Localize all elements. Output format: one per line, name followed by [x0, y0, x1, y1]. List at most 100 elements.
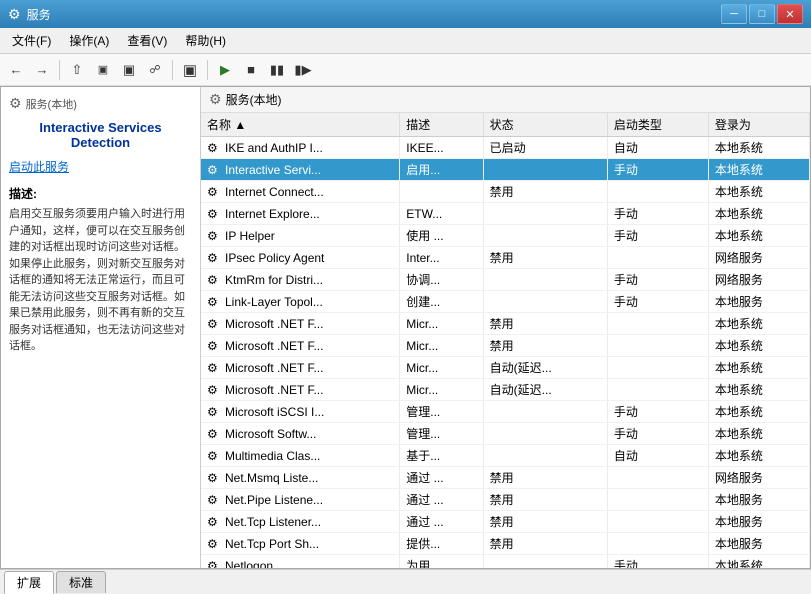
- desc-text: 启用交互服务须要用户输入时进行用户通知，这样，便可以在交互服务创建的对话框出现时…: [9, 206, 192, 355]
- col-name[interactable]: 名称 ▲: [201, 113, 400, 137]
- cell-startup: 自动: [607, 445, 708, 467]
- up-button[interactable]: ⇧: [65, 58, 89, 82]
- cell-startup: [607, 357, 708, 379]
- table-row[interactable]: ⚙Interactive Servi...启用...手动本地系统: [201, 159, 810, 181]
- cell-login: 本地系统: [708, 357, 809, 379]
- cell-name: ⚙Internet Connect...: [201, 181, 400, 203]
- cell-status: 禁用: [483, 511, 607, 533]
- cell-name: ⚙Link-Layer Topol...: [201, 291, 400, 313]
- table-row[interactable]: ⚙Net.Tcp Listener...通过 ...禁用本地服务: [201, 511, 810, 533]
- cell-desc: Micr...: [400, 313, 483, 335]
- table-row[interactable]: ⚙Net.Tcp Port Sh...提供...禁用本地服务: [201, 533, 810, 555]
- table-row[interactable]: ⚙IKE and AuthIP I...IKEE...已启动自动本地系统: [201, 137, 810, 159]
- cell-desc: 提供...: [400, 533, 483, 555]
- maximize-button[interactable]: □: [749, 4, 775, 24]
- service-gear-icon: ⚙: [207, 185, 221, 199]
- table-row[interactable]: ⚙IPsec Policy AgentInter...禁用网络服务: [201, 247, 810, 269]
- service-gear-icon: ⚙: [207, 317, 221, 331]
- restart-button[interactable]: ▮▶: [291, 58, 315, 82]
- cell-status: [483, 445, 607, 467]
- cell-name: ⚙Net.Pipe Listene...: [201, 489, 400, 511]
- table-row[interactable]: ⚙Microsoft iSCSI I...管理...手动本地系统: [201, 401, 810, 423]
- pause-button[interactable]: ▮▮: [265, 58, 289, 82]
- cell-startup: [607, 467, 708, 489]
- menu-view[interactable]: 查看(V): [119, 30, 175, 51]
- cell-desc: 协调...: [400, 269, 483, 291]
- back-button[interactable]: ←: [4, 58, 28, 82]
- cell-login: 本地服务: [708, 511, 809, 533]
- tab-expand[interactable]: 扩展: [4, 571, 54, 594]
- service-gear-icon: ⚙: [207, 383, 221, 397]
- table-row[interactable]: ⚙Multimedia Clas...基于...自动本地系统: [201, 445, 810, 467]
- table-row[interactable]: ⚙Net.Msmq Liste...通过 ...禁用网络服务: [201, 467, 810, 489]
- table-row[interactable]: ⚙Microsoft Softw...管理...手动本地系统: [201, 423, 810, 445]
- cell-login: 本地系统: [708, 379, 809, 401]
- col-status[interactable]: 状态: [483, 113, 607, 137]
- table-row[interactable]: ⚙Microsoft .NET F...Micr...自动(延迟...本地系统: [201, 379, 810, 401]
- refresh-button[interactable]: ▣: [117, 58, 141, 82]
- cell-desc: Micr...: [400, 379, 483, 401]
- table-wrapper[interactable]: 名称 ▲ 描述 状态 启动类型 登录为 ⚙IKE and AuthIP I...…: [201, 113, 810, 568]
- cell-status: 禁用: [483, 313, 607, 335]
- close-button[interactable]: ✕: [777, 4, 803, 24]
- cell-desc: 启用...: [400, 159, 483, 181]
- cell-status: [483, 159, 607, 181]
- cell-name: ⚙Interactive Servi...: [201, 159, 400, 181]
- cell-desc: 通过 ...: [400, 489, 483, 511]
- table-row[interactable]: ⚙Internet Explore...ETW...手动本地系统: [201, 203, 810, 225]
- table-row[interactable]: ⚙Link-Layer Topol...创建...手动本地服务: [201, 291, 810, 313]
- service-gear-icon: ⚙: [207, 295, 221, 309]
- table-row[interactable]: ⚙IP Helper使用 ...手动本地系统: [201, 225, 810, 247]
- cell-name: ⚙Microsoft .NET F...: [201, 313, 400, 335]
- menu-action[interactable]: 操作(A): [61, 30, 117, 51]
- selected-service-name: Interactive Services Detection: [9, 120, 192, 150]
- service-gear-icon: ⚙: [207, 471, 221, 485]
- service-gear-icon: ⚙: [207, 163, 221, 177]
- start-service-link[interactable]: 启动此服务: [9, 158, 192, 175]
- menu-help[interactable]: 帮助(H): [177, 30, 234, 51]
- col-login[interactable]: 登录为: [708, 113, 809, 137]
- bottom-tabs: 扩展 标准: [0, 569, 811, 593]
- col-desc[interactable]: 描述: [400, 113, 483, 137]
- cell-startup: 手动: [607, 291, 708, 313]
- cell-startup: 手动: [607, 555, 708, 569]
- cell-desc: Micr...: [400, 357, 483, 379]
- table-row[interactable]: ⚙Microsoft .NET F...Micr...禁用本地系统: [201, 335, 810, 357]
- cell-desc: Micr...: [400, 335, 483, 357]
- table-row[interactable]: ⚙Net.Pipe Listene...通过 ...禁用本地服务: [201, 489, 810, 511]
- table-row[interactable]: ⚙Internet Connect...禁用本地系统: [201, 181, 810, 203]
- cell-startup: 手动: [607, 225, 708, 247]
- cell-startup: [607, 489, 708, 511]
- cell-startup: [607, 379, 708, 401]
- cell-login: 本地系统: [708, 335, 809, 357]
- cell-login: 网络服务: [708, 269, 809, 291]
- cell-desc: 使用 ...: [400, 225, 483, 247]
- cell-login: 本地系统: [708, 445, 809, 467]
- cell-name: ⚙Microsoft .NET F...: [201, 357, 400, 379]
- cell-login: 本地系统: [708, 137, 809, 159]
- table-row[interactable]: ⚙Microsoft .NET F...Micr...禁用本地系统: [201, 313, 810, 335]
- properties-button[interactable]: ▣: [178, 58, 202, 82]
- forward-button[interactable]: →: [30, 58, 54, 82]
- play-button[interactable]: ▶: [213, 58, 237, 82]
- table-row[interactable]: ⚙Microsoft .NET F...Micr...自动(延迟...本地系统: [201, 357, 810, 379]
- cell-name: ⚙Microsoft .NET F...: [201, 379, 400, 401]
- col-startup[interactable]: 启动类型: [607, 113, 708, 137]
- cell-login: 本地服务: [708, 533, 809, 555]
- cell-status: 禁用: [483, 181, 607, 203]
- menu-file[interactable]: 文件(F): [4, 30, 59, 51]
- tab-standard[interactable]: 标准: [56, 571, 106, 593]
- export-button[interactable]: ☍: [143, 58, 167, 82]
- table-row[interactable]: ⚙KtmRm for Distri...协调...手动网络服务: [201, 269, 810, 291]
- minimize-button[interactable]: ─: [721, 4, 747, 24]
- window-title: 服务: [27, 6, 51, 23]
- cell-login: 本地系统: [708, 203, 809, 225]
- cell-desc: 创建...: [400, 291, 483, 313]
- service-gear-icon: ⚙: [207, 361, 221, 375]
- table-row[interactable]: ⚙Netlogon为用...手动本地系统: [201, 555, 810, 569]
- stop-button[interactable]: ■: [239, 58, 263, 82]
- toolbar: ← → ⇧ ▣ ▣ ☍ ▣ ▶ ■ ▮▮ ▮▶: [0, 54, 811, 86]
- cell-login: 本地系统: [708, 225, 809, 247]
- show-console-button[interactable]: ▣: [91, 58, 115, 82]
- cell-login: 本地系统: [708, 159, 809, 181]
